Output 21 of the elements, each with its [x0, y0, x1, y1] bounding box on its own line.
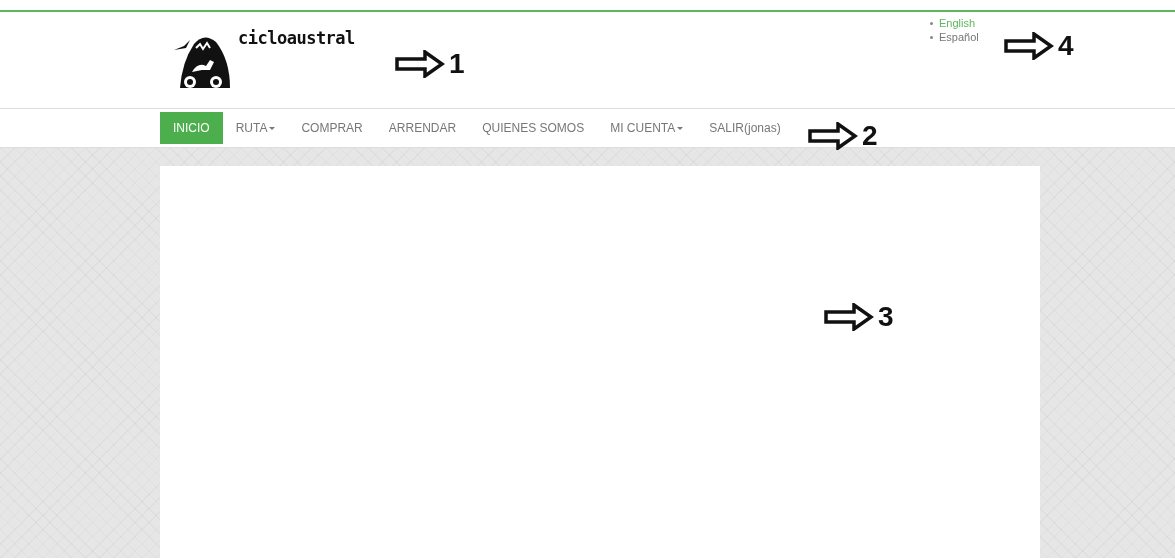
annotation-number: 3	[878, 303, 894, 331]
arrow-icon	[824, 303, 874, 331]
arrow-icon	[1004, 32, 1054, 60]
annotation-number: 2	[862, 122, 878, 150]
nav-item[interactable]: INICIO	[160, 112, 223, 144]
nav-item[interactable]: COMPRAR	[288, 112, 376, 144]
bullet-icon	[930, 36, 933, 39]
caret-icon	[677, 127, 684, 131]
nav-item[interactable]: QUIENES SOMOS	[469, 112, 598, 144]
annotation-number: 4	[1058, 32, 1074, 60]
logo[interactable]: cicloaustral	[172, 26, 355, 90]
caret-icon	[269, 127, 276, 131]
bullet-icon	[930, 22, 933, 25]
nav-item[interactable]: RUTA	[222, 112, 289, 144]
nav-item[interactable]: ARRENDAR	[375, 112, 470, 144]
nav-item[interactable]: MI CUENTA	[597, 112, 697, 144]
language-link[interactable]: English	[939, 17, 976, 29]
nav-item[interactable]: SALIR(jonas)	[696, 112, 794, 144]
arrow-icon	[395, 50, 445, 78]
annotation-number: 1	[449, 50, 465, 78]
language-link[interactable]: Español	[939, 31, 979, 43]
